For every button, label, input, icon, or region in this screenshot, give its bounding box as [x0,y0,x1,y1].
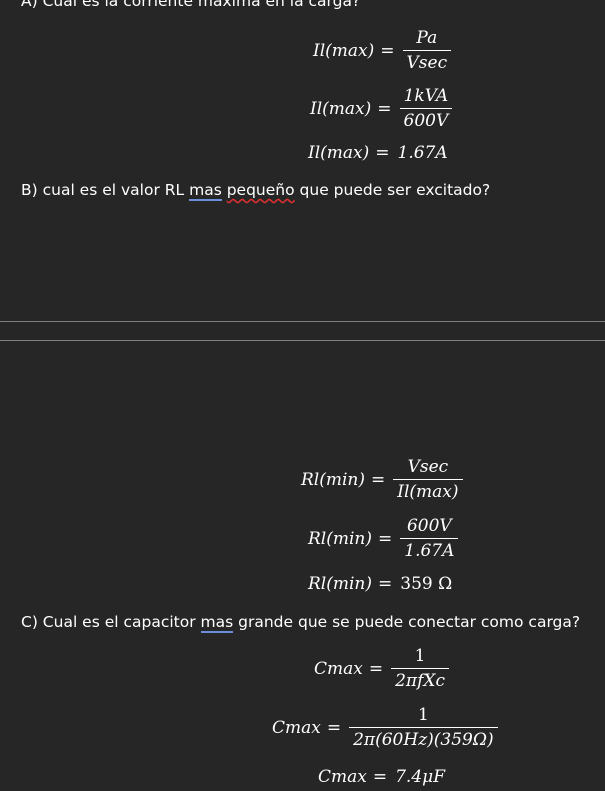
numerator: Vsec [407,457,449,477]
equals-sign: = [372,767,388,787]
equation-a1: Il(max) = Pa Vsec [313,28,452,73]
equation-lhs: Cmax [272,717,321,738]
equation-lhs: Rl(min) [308,574,373,594]
equation-lhs: Rl(min) [308,528,373,549]
equation-c3: Cmax = 7.4μF [318,767,445,787]
equation-lhs: Cmax [314,658,363,679]
result-value: 1.67A [397,143,448,163]
underlined-word-mas: mas [189,181,222,201]
equals-sign: = [378,528,393,549]
equation-lhs: Il(max) [308,143,370,163]
document-page: A) Cual es la corriente maxima en la car… [0,0,605,791]
fraction: 1 2πfXc [391,646,450,691]
result-value: 7.4μF [395,767,445,787]
fraction: Vsec Il(max) [393,457,463,502]
equals-sign: = [378,574,393,594]
question-c: C) Cual es el capacitor mas grande que s… [21,613,581,633]
equation-b3: Rl(min) = 359 Ω [308,574,452,594]
denominator: 1.67A [404,541,455,561]
denominator: 600V [403,111,449,131]
page-break-line-bottom [0,340,605,341]
denominator: 2π(60Hz)(359Ω) [353,730,494,750]
equation-lhs: Cmax [318,767,367,787]
numerator: 600V [406,516,452,536]
equals-sign: = [380,40,395,61]
numerator: 1 [417,705,429,725]
numerator: 1 [414,646,426,666]
equals-sign: = [375,143,390,163]
equation-a2: Il(max) = 1kVA 600V [310,86,453,131]
underlined-word-mas: mas [200,613,234,633]
page-break-line-top [0,321,605,322]
fraction: 600V 1.67A [400,516,459,561]
spellcheck-word-pequeno: pequeño [226,181,295,199]
equation-a3: Il(max) = 1.67A [308,143,448,163]
equation-c1: Cmax = 1 2πfXc [314,646,450,691]
fraction: 1 2π(60Hz)(359Ω) [349,705,498,750]
question-a: A) Cual es la corriente maxima en la car… [21,0,361,10]
equation-b1: Rl(min) = Vsec Il(max) [301,457,463,502]
equation-lhs: Il(max) [310,98,372,119]
equation-lhs: Il(max) [313,40,375,61]
result-value: 359 Ω [400,574,453,594]
numerator: 1kVA [403,86,449,106]
denominator: Vsec [406,53,448,73]
equals-sign: = [368,658,384,679]
equation-b2: Rl(min) = 600V 1.67A [308,516,459,561]
denominator: Il(max) [397,482,459,502]
question-b: B) cual es el valor RL mas pequeño que p… [21,181,491,201]
equals-sign: = [377,98,392,119]
fraction: 1kVA 600V [399,86,453,131]
fraction: Pa Vsec [402,28,452,73]
equals-sign: = [326,717,342,738]
numerator: Pa [416,28,438,48]
denominator: 2πfXc [395,671,446,691]
equation-c2: Cmax = 1 2π(60Hz)(359Ω) [272,705,498,750]
equals-sign: = [371,469,386,490]
equation-lhs: Rl(min) [301,469,366,490]
